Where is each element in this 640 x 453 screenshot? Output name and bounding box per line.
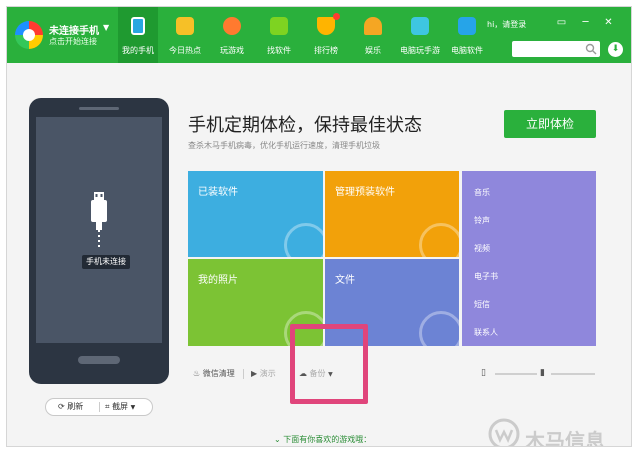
chevron-down-icon: ⌄ [274, 435, 281, 444]
play-icon: ▶ [251, 369, 258, 378]
tab-games[interactable]: 玩游戏 [212, 7, 252, 63]
app-window: 未连接手机 ▼ 点击开始连接 我的手机 今日热点 玩游戏 找软件 排行榜 娱乐 … [6, 6, 632, 447]
divider [243, 369, 244, 379]
windows-icon [458, 17, 476, 35]
more-games-label: 下面有你喜欢的游戏哦： [283, 435, 372, 444]
tile-preinstalled-apps[interactable]: 管理预装软件 [325, 171, 459, 257]
phone-preview: 手机未连接 [29, 98, 169, 384]
list-item-ebooks[interactable]: 电子书 [474, 271, 498, 282]
broom-icon: ♨ [193, 369, 201, 378]
connect-phone-brand[interactable]: 未连接手机 ▼ 点击开始连接 [15, 21, 120, 49]
phone-icon [131, 17, 145, 35]
list-item-music[interactable]: 音乐 [474, 187, 490, 198]
monitor-game-icon [411, 17, 429, 35]
tab-label: 电脑玩手游 [400, 46, 440, 55]
tab-label: 今日热点 [169, 46, 201, 55]
refresh-button[interactable]: ⟳ 刷新 [58, 399, 83, 415]
search-icon[interactable] [585, 43, 597, 55]
tab-pc-mobile-games[interactable]: 电脑玩手游 [400, 7, 440, 63]
phone-home-button [78, 356, 120, 364]
popcorn-icon [364, 17, 382, 35]
tab-my-phone[interactable]: 我的手机 [118, 7, 158, 63]
screenshot-label: 截屏 [112, 402, 129, 411]
demo-label: 演示 [259, 369, 276, 378]
wechat-clean-button[interactable]: ♨ 微信清理 [193, 368, 235, 380]
screenshot-button[interactable]: ⌗ 截屏 ▼ [105, 399, 135, 415]
notification-dot [333, 13, 340, 20]
check-now-button[interactable]: 立即体检 [504, 110, 596, 138]
tab-entertainment[interactable]: 娱乐 [353, 7, 393, 63]
login-link[interactable]: hi，请登录 [487, 19, 526, 30]
close-icon[interactable]: ✕ [602, 16, 615, 29]
apps-grid-icon [284, 223, 323, 257]
tile-label: 我的照片 [198, 275, 238, 286]
sd-card-icon: ▮ [540, 368, 545, 378]
more-games-link[interactable]: ⌄ 下面有你喜欢的游戏哦： [274, 434, 371, 445]
tab-hot-today[interactable]: 今日热点 [165, 7, 205, 63]
gamepad-icon [223, 17, 241, 35]
chevron-down-icon[interactable]: ▼ [103, 23, 109, 32]
top-bar: 未连接手机 ▼ 点击开始连接 我的手机 今日热点 玩游戏 找软件 排行榜 娱乐 … [7, 7, 631, 63]
wechat-clean-label: 微信清理 [202, 369, 235, 378]
crop-icon: ⌗ [105, 402, 110, 411]
media-list: 音乐 铃声 视频 电子书 短信 联系人 [462, 171, 596, 346]
tab-rankings[interactable]: 排行榜 [306, 7, 346, 63]
page-subtitle: 查杀木马手机病毒，优化手机运行速度，清理手机垃圾 [188, 141, 380, 150]
refresh-icon: ⟳ [58, 402, 65, 411]
phone-speaker [79, 107, 119, 110]
tab-label: 电脑软件 [451, 46, 483, 55]
tab-label: 我的手机 [122, 46, 154, 55]
tab-label: 玩游戏 [220, 46, 244, 55]
storage-indicator: ▯ ▮ [481, 367, 597, 381]
phone-status-label: 手机未连接 [82, 255, 130, 269]
refresh-label: 刷新 [67, 402, 84, 411]
watermark-text: 木马信息 [525, 429, 605, 447]
tile-label: 已装软件 [198, 187, 238, 198]
highlight-annotation-box [290, 324, 368, 404]
list-item-videos[interactable]: 视频 [474, 243, 490, 254]
watermark: 木马信息 [487, 411, 631, 447]
star-icon [176, 17, 194, 35]
list-item-ringtones[interactable]: 铃声 [474, 215, 490, 226]
tab-label: 排行榜 [314, 46, 338, 55]
phone-actions: ⟳ 刷新 ⌗ 截屏 ▼ [45, 398, 153, 416]
watermark-logo-icon [488, 418, 520, 446]
trophy-icon [317, 17, 335, 35]
android-icon [270, 17, 288, 35]
usb-cable-icon [91, 192, 107, 248]
sd-storage-bar [551, 373, 595, 375]
phone-storage-icon: ▯ [481, 368, 486, 378]
page-title: 手机定期体检，保持最佳状态 [188, 115, 422, 136]
tile-label: 文件 [335, 275, 355, 286]
minimize-icon[interactable]: ─ [579, 16, 592, 29]
chevron-down-icon: ▼ [130, 404, 136, 411]
folder-icon [419, 311, 459, 346]
divider [99, 402, 100, 412]
phone-screen: 手机未连接 [36, 117, 162, 343]
tile-label: 管理预装软件 [335, 187, 395, 198]
download-icon[interactable]: ⬇ [608, 42, 623, 57]
tab-label: 找软件 [267, 46, 291, 55]
brand-title: 未连接手机 [49, 26, 99, 37]
demo-button[interactable]: ▶ 演示 [251, 368, 276, 380]
brand-subtitle: 点击开始连接 [49, 37, 97, 46]
main-nav: 我的手机 今日热点 玩游戏 找软件 排行榜 娱乐 电脑玩手游 电脑软件 [118, 7, 494, 63]
tile-installed-apps[interactable]: 已装软件 [188, 171, 323, 257]
tab-pc-software[interactable]: 电脑软件 [447, 7, 487, 63]
skin-icon[interactable]: ▭ [555, 16, 568, 29]
tab-label: 娱乐 [365, 46, 381, 55]
wrench-icon [419, 223, 459, 257]
phone-storage-bar [495, 373, 537, 375]
list-item-sms[interactable]: 短信 [474, 299, 490, 310]
app-logo-icon [15, 21, 43, 49]
list-item-contacts[interactable]: 联系人 [474, 327, 498, 338]
tab-software[interactable]: 找软件 [259, 7, 299, 63]
